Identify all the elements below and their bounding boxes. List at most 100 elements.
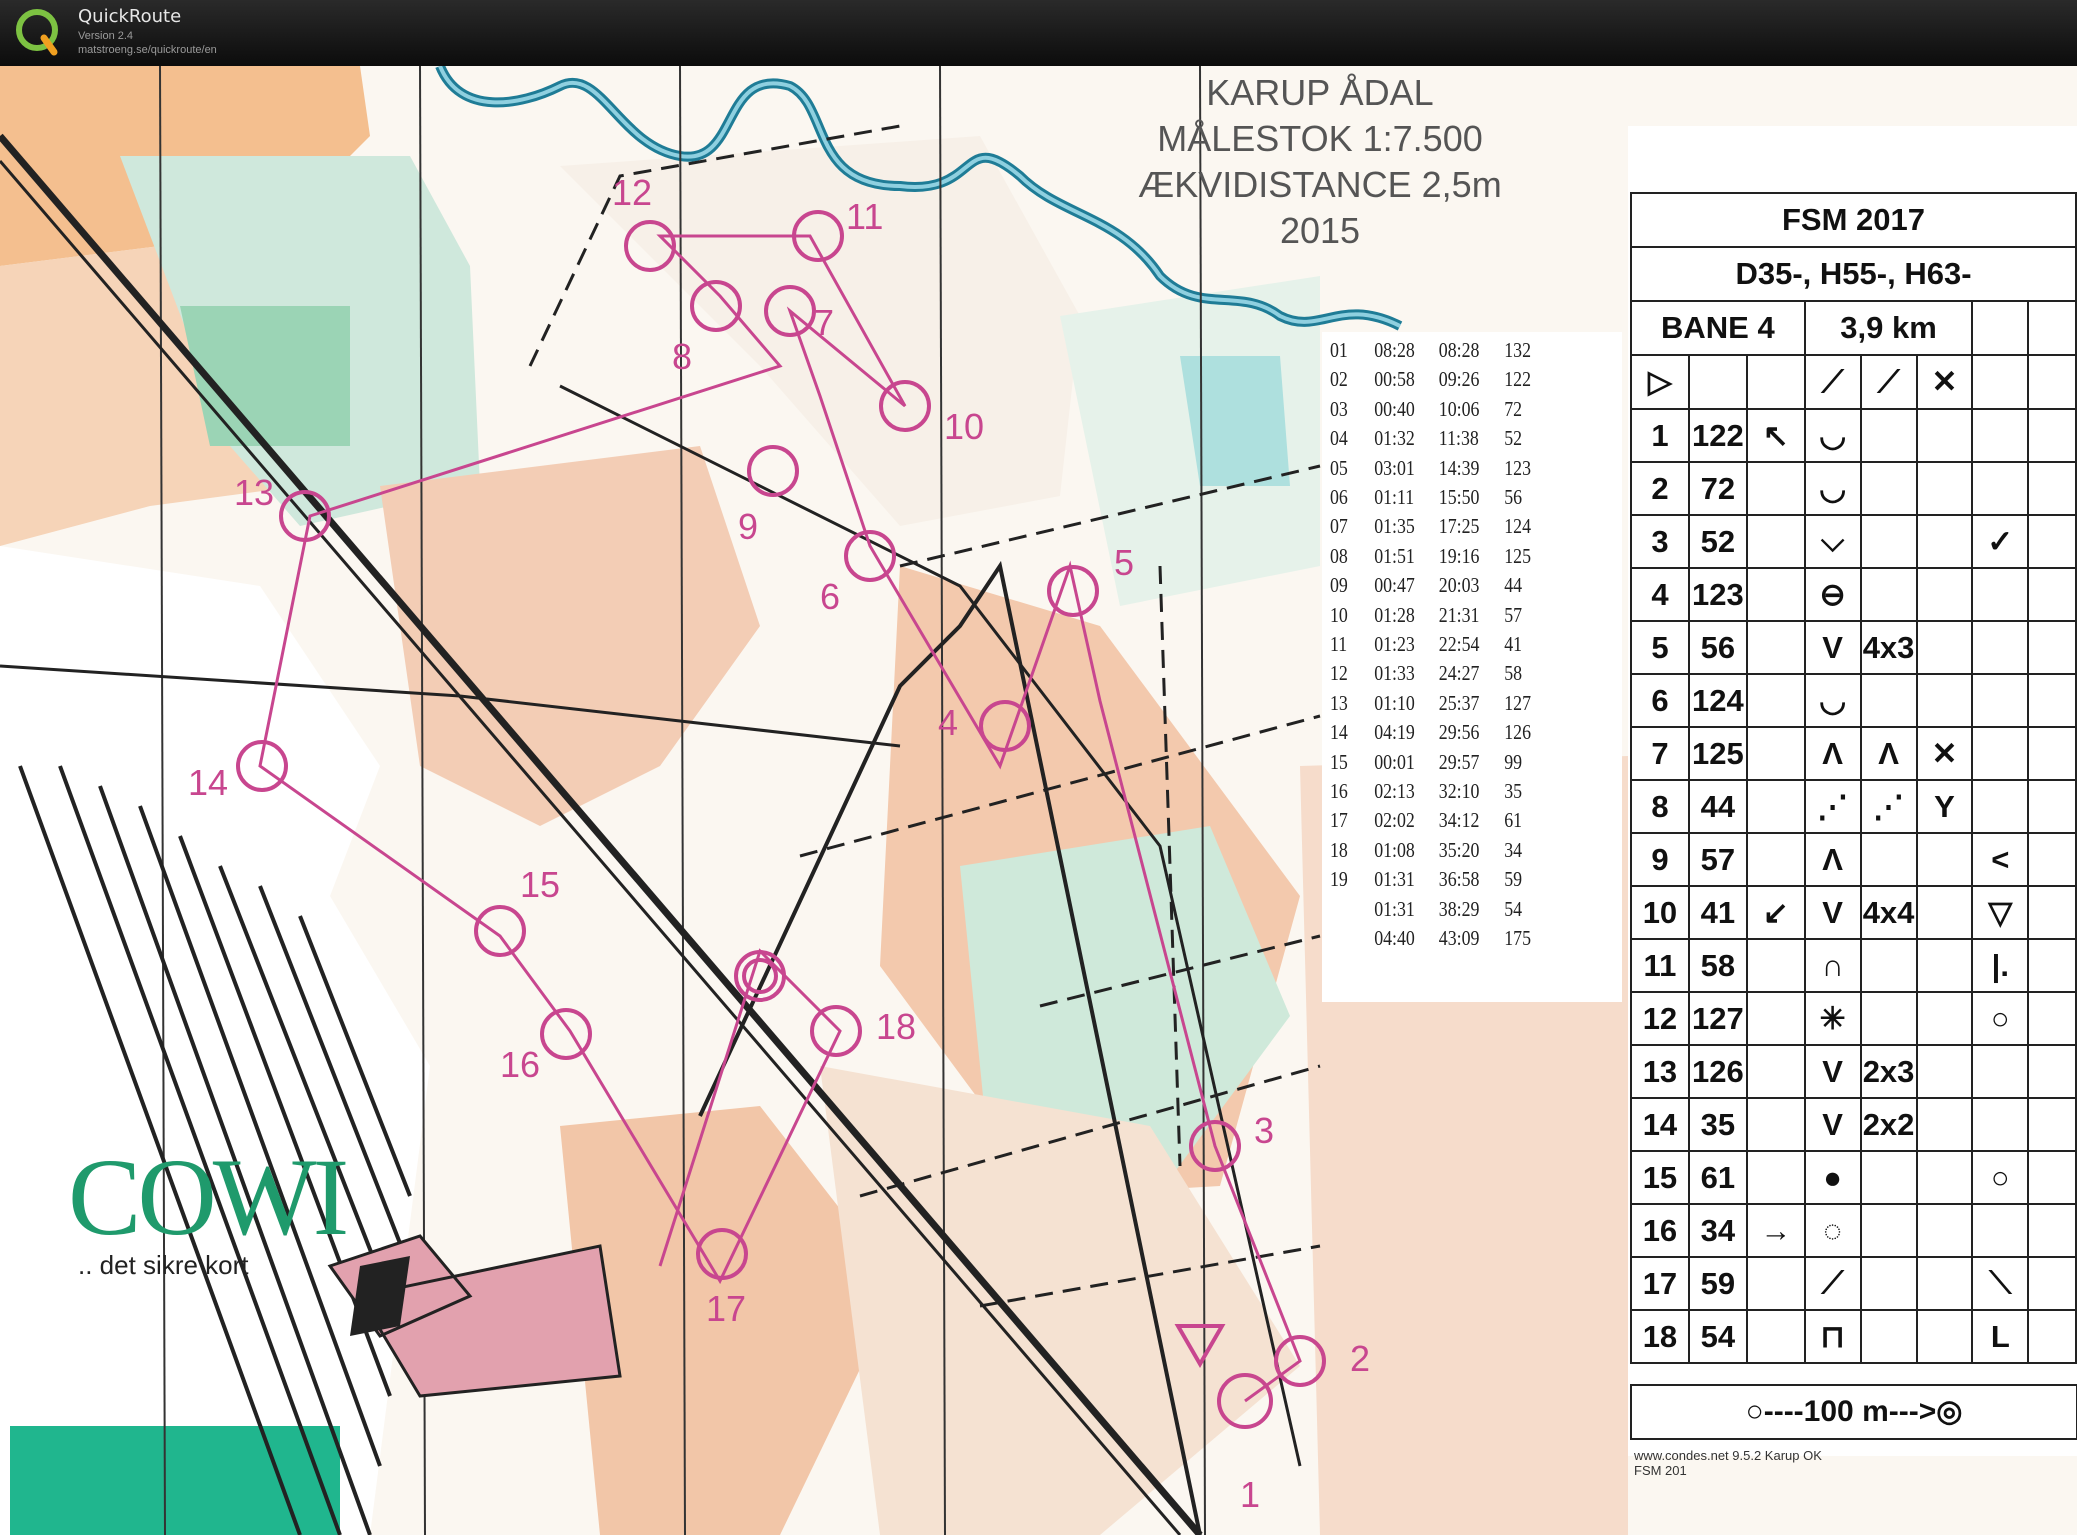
split-total: 10:06 <box>1438 396 1480 421</box>
split-code: 125 <box>1504 543 1532 568</box>
split-total: 35:20 <box>1438 837 1480 862</box>
control-symbol-cell <box>1859 1150 1918 1205</box>
control-symbol-cell <box>1745 726 1806 781</box>
split-row: 02 00:58 09:26 122 <box>1330 367 1577 396</box>
event-name: FSM 2017 <box>1630 192 2077 248</box>
crossing-icon: ✕ <box>1915 354 1974 410</box>
split-leg: 09 <box>1330 573 1348 598</box>
control-symbol-cell: 4x4 <box>1859 885 1918 940</box>
split-leg: 15 <box>1330 749 1348 774</box>
control-symbol-cell <box>1915 1150 1974 1205</box>
split-total: 43:09 <box>1438 926 1480 950</box>
control-symbol-cell <box>1859 1203 1918 1258</box>
control-row: 13 126 V 2x3 <box>1630 1044 2077 1099</box>
control-symbol-cell <box>2027 567 2077 622</box>
control-symbol-cell <box>1745 1150 1806 1205</box>
split-total: 11:38 <box>1438 426 1479 451</box>
control-row: 16 34 → ◌ <box>1630 1203 2077 1258</box>
split-split: 00:58 <box>1374 367 1415 392</box>
control-code-cell: 59 <box>1687 1256 1748 1311</box>
split-split: 01:31 <box>1374 896 1415 921</box>
split-split: 02:02 <box>1374 808 1415 833</box>
control-symbol-cell: ⋰ <box>1859 779 1918 834</box>
control-number: 7 <box>814 302 835 343</box>
split-leg: 08 <box>1330 543 1348 568</box>
control-symbol-cell <box>2027 1203 2077 1258</box>
split-total: 15:50 <box>1438 485 1480 509</box>
control-number-cell: 12 <box>1630 991 1690 1046</box>
control-number-cell: 13 <box>1630 1044 1690 1099</box>
split-leg: 03 <box>1330 396 1348 421</box>
control-number-cell: 16 <box>1630 1203 1690 1258</box>
start-triangle-icon: ▷ <box>1630 354 1690 410</box>
control-symbol-cell: 2x3 <box>1859 1044 1918 1099</box>
control-number-cell: 11 <box>1630 938 1690 993</box>
control-symbol-cell: ↙ <box>1745 885 1806 940</box>
control-number: 5 <box>1114 542 1135 583</box>
control-symbol-cell: Y <box>1915 779 1974 834</box>
split-total: 22:54 <box>1438 632 1480 656</box>
split-split: 01:35 <box>1374 514 1415 539</box>
split-split: 00:40 <box>1374 396 1415 421</box>
title-bar: QuickRoute Version 2.4 matstroeng.se/qui… <box>0 0 2077 66</box>
split-total: 29:56 <box>1438 720 1480 745</box>
control-number: 15 <box>520 864 561 905</box>
control-symbol-cell <box>1745 779 1806 834</box>
control-row: 8 44 ⋰ ⋰ Y <box>1630 779 2077 834</box>
split-row: 01 08:28 08:28 132 <box>1330 338 1577 367</box>
control-symbol-cell: V <box>1803 1044 1862 1099</box>
control-number: 9 <box>738 506 759 547</box>
split-row: 14 04:19 29:56 126 <box>1330 720 1577 749</box>
split-code: 61 <box>1504 808 1523 833</box>
split-code: 58 <box>1504 661 1523 686</box>
split-row: 06 01:11 15:50 56 <box>1330 485 1577 514</box>
control-symbol-cell <box>1745 1044 1806 1099</box>
split-split: 01:23 <box>1374 632 1415 656</box>
control-symbol-cell <box>2027 1097 2077 1152</box>
split-leg: 16 <box>1330 779 1348 803</box>
control-row: 11 58 ∩ |. <box>1630 938 2077 993</box>
split-split: 04:19 <box>1374 720 1415 745</box>
control-symbol-cell <box>1971 1097 2030 1152</box>
split-row: 18 01:08 35:20 34 <box>1330 838 1577 867</box>
control-symbol-cell <box>1915 1044 1974 1099</box>
control-symbol-cell <box>1745 673 1806 728</box>
cowi-tagline: .. det sikre kort <box>78 1250 249 1280</box>
control-code-cell: 52 <box>1687 514 1748 569</box>
control-symbol-cell: ◌ <box>1803 1203 1862 1258</box>
control-row: 7 125 Λ Λ ✕ <box>1630 726 2077 781</box>
control-symbol-cell <box>1915 567 1974 622</box>
control-code-cell: 122 <box>1687 408 1748 463</box>
orienteering-map[interactable]: KARUP ÅDAL MÅLESTOK 1:7.500 ÆKVIDISTANCE… <box>0 66 2077 1535</box>
control-symbol-cell <box>1915 514 1974 569</box>
control-symbol-cell <box>1971 673 2030 728</box>
control-symbol-cell <box>1745 991 1806 1046</box>
control-symbol-cell <box>2027 1150 2077 1205</box>
control-symbol-cell <box>1745 1097 1806 1152</box>
control-symbol-cell <box>2027 991 2077 1046</box>
control-symbol-cell <box>2027 673 2077 728</box>
control-symbol-cell <box>1859 461 1918 516</box>
control-number: 3 <box>1254 1110 1275 1151</box>
control-symbol-cell <box>2027 1256 2077 1311</box>
control-code-cell: 44 <box>1687 779 1748 834</box>
split-split: 01:08 <box>1374 837 1415 862</box>
control-symbol-cell <box>1971 408 2030 463</box>
control-symbol-cell <box>2027 779 2077 834</box>
split-row: 10 01:28 21:31 57 <box>1330 603 1577 632</box>
split-split: 01:32 <box>1374 426 1415 451</box>
green-bar <box>10 1426 340 1535</box>
app-url[interactable]: matstroeng.se/quickroute/en <box>78 44 217 56</box>
control-symbol-cell <box>2027 1309 2077 1364</box>
control-number: 11 <box>846 196 884 237</box>
control-symbol-cell <box>1745 514 1806 569</box>
course-length: 3,9 km <box>1803 300 1974 356</box>
split-code: 72 <box>1504 396 1523 421</box>
split-total: 09:26 <box>1438 367 1480 392</box>
control-number: 4 <box>938 702 959 743</box>
control-number: 1 <box>1240 1474 1261 1515</box>
control-symbol-cell <box>1859 514 1918 569</box>
split-total: 32:10 <box>1438 779 1480 803</box>
split-row: 05 03:01 14:39 123 <box>1330 456 1577 485</box>
split-split: 04:40 <box>1374 926 1415 950</box>
